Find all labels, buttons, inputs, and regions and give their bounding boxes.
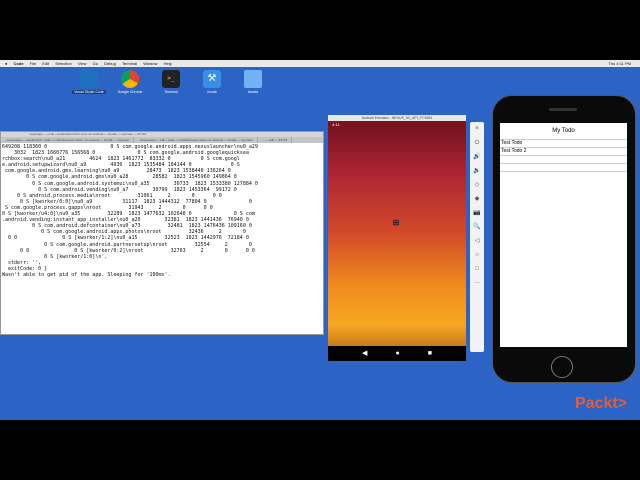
android-wallpaper[interactable]: ⊞: [328, 128, 466, 346]
desktop-icon-xcode[interactable]: ⚒ Xcode: [195, 70, 229, 94]
back-icon[interactable]: ◀: [362, 346, 367, 361]
terminal-tab-bar: ~/mytestapp — sandbox/bit • node ~/.node…: [1, 137, 323, 143]
list-item-empty: [500, 164, 627, 172]
ios-simulator: My Todo Test Todo Test Todo 2: [492, 95, 636, 383]
desktop-icon-label: Assets: [247, 90, 259, 94]
menu-item-selection[interactable]: Selection: [55, 60, 71, 67]
desktop-icon-label: Terminal: [164, 90, 178, 94]
android-emulator-window[interactable]: Android Emulator - NEXUS_5X_API_27:5554 …: [328, 115, 466, 361]
terminal-title: mytestapp — node ~/nodenode/.bin/rn-cli.…: [29, 132, 147, 136]
list-item[interactable]: Test Todo: [500, 140, 627, 148]
desktop-icon-chrome[interactable]: Google Chrome: [113, 70, 147, 94]
menu-item-view[interactable]: View: [78, 60, 87, 67]
menu-item-terminal[interactable]: Terminal: [122, 60, 137, 67]
xcode-icon: ⚒: [203, 70, 221, 88]
menu-item-edit[interactable]: Edit: [42, 60, 49, 67]
desktop-icon-assets[interactable]: Assets: [236, 70, 270, 94]
terminal-tab[interactable]: ~/mytestapp — sandbox/bit • node ~/.node…: [1, 137, 135, 143]
zoom-icon[interactable]: 🔍: [470, 220, 484, 234]
ios-screen[interactable]: My Todo Test Todo Test Todo 2: [500, 123, 627, 347]
desktop-icon-label: Google Chrome: [117, 90, 143, 94]
android-status-bar: 4:11: [328, 121, 466, 128]
menubar-clock: Thu 4:11 PM: [608, 61, 631, 66]
packt-logo: Packt>: [575, 395, 628, 412]
desktop-icon-label: Xcode: [207, 90, 217, 94]
home-icon[interactable]: ○: [470, 248, 484, 262]
home-button[interactable]: [551, 356, 573, 378]
menu-item-code[interactable]: Code: [14, 60, 24, 67]
android-nav-bar: ◀ ● ■: [328, 346, 466, 361]
back-icon[interactable]: ◁: [470, 234, 484, 248]
overview-icon[interactable]: □: [470, 262, 484, 276]
menu-item-help[interactable]: Help: [164, 60, 172, 67]
desktop-icon-terminal[interactable]: >_ Terminal: [154, 70, 188, 94]
power-icon[interactable]: ⏻: [470, 136, 484, 150]
recents-icon[interactable]: ■: [428, 346, 432, 361]
home-icon[interactable]: ●: [395, 346, 399, 361]
menu-item-window[interactable]: Window: [143, 60, 157, 67]
emulator-toolbar: × ⏻ 🔊 🔉 ◇ ◆ 📷 🔍 ◁ ○ □ ···: [470, 122, 484, 352]
terminal-window[interactable]: mytestapp — node ~/nodenode/.bin/rn-cli.…: [0, 131, 324, 335]
close-icon[interactable]: ×: [470, 122, 484, 136]
menu-bar: ● Code File Edit Selection View Go Debug…: [0, 60, 640, 67]
app-loading-logo-icon: ⊞: [392, 218, 400, 227]
desktop-icon-label: Visual Studio Code: [72, 90, 106, 94]
phone-speaker: [549, 108, 577, 111]
menu-item-debug[interactable]: Debug: [104, 60, 116, 67]
terminal-tab[interactable]: ~/mytestapp — adb • node ~/.node/bin/rea…: [135, 137, 258, 143]
menu-item-file[interactable]: File: [30, 60, 36, 67]
list-item-empty: [500, 156, 627, 164]
folder-icon: [244, 70, 262, 88]
menu-item-go[interactable]: Go: [93, 60, 98, 67]
camera-icon[interactable]: 📷: [470, 206, 484, 220]
more-icon[interactable]: ···: [470, 276, 484, 290]
desktop-icon-vscode[interactable]: Visual Studio Code: [72, 70, 106, 94]
volume-up-icon[interactable]: 🔊: [470, 150, 484, 164]
desktop-screen: ● Code File Edit Selection View Go Debug…: [0, 60, 640, 420]
android-clock: 4:11: [332, 122, 340, 127]
list-item[interactable]: Test Todo 2: [500, 148, 627, 156]
volume-down-icon[interactable]: 🔉: [470, 164, 484, 178]
terminal-output[interactable]: 649208 118360 0 0 S com.google.android.a…: [1, 143, 323, 279]
rotate-right-icon[interactable]: ◆: [470, 192, 484, 206]
vscode-icon: [80, 70, 98, 88]
terminal-tab[interactable]: ~ — adb — 87×23: [259, 137, 293, 143]
rotate-left-icon[interactable]: ◇: [470, 178, 484, 192]
chrome-icon: [121, 70, 139, 88]
apple-icon[interactable]: ●: [5, 60, 7, 67]
terminal-icon: >_: [162, 70, 180, 88]
app-title: My Todo: [500, 123, 627, 140]
